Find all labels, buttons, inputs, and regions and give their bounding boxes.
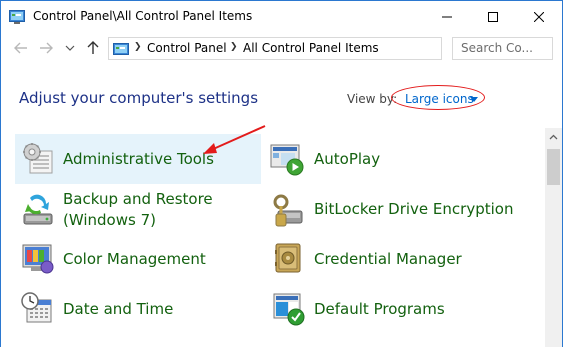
title-bar[interactable]: Control Panel\All Control Panel Items <box>1 1 562 32</box>
search-placeholder: Search Co... <box>461 41 533 55</box>
autoplay-icon <box>270 142 304 176</box>
close-button[interactable] <box>516 1 562 32</box>
item-label: BitLocker Drive Encryption <box>314 200 514 218</box>
control-panel-icon <box>113 42 129 56</box>
scroll-up-button[interactable] <box>545 128 562 145</box>
control-panel-icon <box>9 9 25 24</box>
item-label: Administrative Tools <box>63 150 214 168</box>
item-administrative-tools[interactable]: Administrative Tools <box>15 134 261 184</box>
breadcrumb-separator-icon[interactable]: ❯ <box>134 42 142 52</box>
minimize-icon <box>442 16 452 17</box>
item-label: Default Programs <box>314 300 445 318</box>
item-bitlocker[interactable]: BitLocker Drive Encryption <box>266 184 514 234</box>
close-icon <box>534 11 544 22</box>
date-time-icon <box>21 292 55 326</box>
chevron-up-icon <box>549 134 558 139</box>
view-by-label: View by: <box>347 92 398 106</box>
scroll-thumb[interactable] <box>547 149 560 185</box>
window-title: Control Panel\All Control Panel Items <box>33 9 253 23</box>
item-label: AutoPlay <box>314 150 381 168</box>
item-color-management[interactable]: Color Management <box>15 234 261 284</box>
item-date-and-time[interactable]: Date and Time <box>15 284 261 334</box>
maximize-icon <box>488 11 498 22</box>
navigation-bar: ❯ Control Panel ❯ All Control Panel Item… <box>1 32 562 64</box>
item-backup-and-restore[interactable]: Backup and Restore (Windows 7) <box>15 184 261 234</box>
item-default-programs[interactable]: Default Programs <box>266 284 512 334</box>
control-panel-window: Control Panel\All Control Panel Items ❯ … <box>0 0 563 347</box>
address-bar[interactable]: ❯ Control Panel ❯ All Control Panel Item… <box>108 37 541 60</box>
maximize-button[interactable] <box>470 1 516 32</box>
page-title: Adjust your computer's settings <box>19 89 259 107</box>
breadcrumb-all-items[interactable]: All Control Panel Items <box>243 41 379 55</box>
item-label: Backup and Restore <box>63 190 213 208</box>
up-arrow-icon <box>87 41 99 54</box>
bitlocker-icon <box>270 194 304 228</box>
item-label-line2: (Windows 7) <box>63 211 156 229</box>
breadcrumb-separator-icon[interactable]: ❯ <box>230 42 238 52</box>
back-arrow-icon <box>14 42 27 54</box>
item-label: Color Management <box>63 250 206 268</box>
item-credential-manager[interactable]: Credential Manager <box>266 234 512 284</box>
default-programs-icon <box>272 292 306 326</box>
item-label: Date and Time <box>63 300 174 318</box>
forward-arrow-icon <box>40 42 53 54</box>
recent-locations-button[interactable] <box>62 41 78 55</box>
vertical-scrollbar[interactable] <box>545 128 562 347</box>
annotation-ellipse <box>391 85 485 110</box>
chevron-down-icon <box>65 45 75 51</box>
forward-button[interactable] <box>38 41 54 55</box>
administrative-tools-icon <box>21 142 55 176</box>
back-button[interactable] <box>13 41 29 55</box>
up-button[interactable] <box>85 41 101 55</box>
minimize-button[interactable] <box>424 1 470 32</box>
backup-restore-icon <box>21 194 55 228</box>
color-management-icon <box>21 242 55 276</box>
search-input[interactable]: Search Co... <box>452 37 553 60</box>
item-label: Credential Manager <box>314 250 462 268</box>
breadcrumb-control-panel[interactable]: Control Panel <box>147 41 227 55</box>
credential-manager-icon <box>272 242 306 276</box>
item-autoplay[interactable]: AutoPlay <box>266 134 512 184</box>
